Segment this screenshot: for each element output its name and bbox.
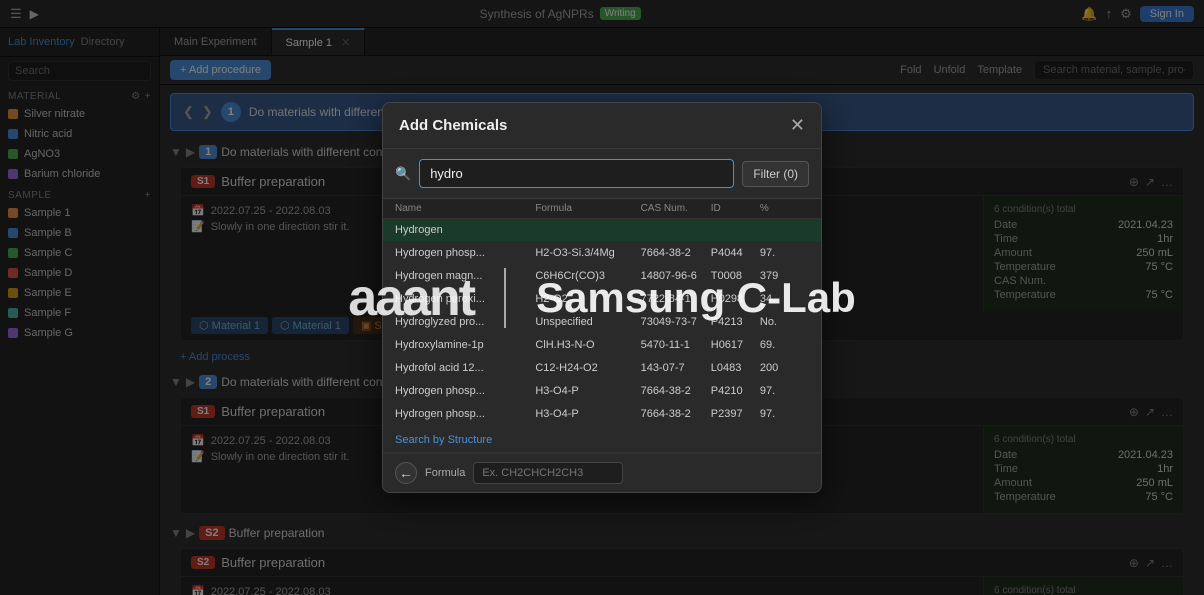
chem-cas: 5470-11-1	[641, 339, 711, 351]
modal-title: Add Chemicals	[399, 117, 507, 134]
col-cas: CAS Num.	[641, 203, 711, 214]
chem-name: Hydrogen magn...	[395, 270, 535, 282]
modal-table: Name Formula CAS Num. ID % Hydrogen Hydro…	[383, 199, 821, 426]
chem-name: Hydrogen peroxi...	[395, 293, 535, 305]
chem-name: Hydroglyzed pro...	[395, 316, 535, 328]
filter-button[interactable]: Filter (0)	[742, 161, 809, 187]
chem-cas: 73049-73-7	[641, 316, 711, 328]
modal-close-button[interactable]: ✕	[790, 115, 805, 136]
chem-id: P4210	[711, 385, 760, 397]
chem-name: Hydrofol acid 12...	[395, 362, 535, 374]
modal-header: Add Chemicals ✕	[383, 103, 821, 149]
chemical-row[interactable]: Hydrogen phosp...H2-O3-Si.3/4Mg7664-38-2…	[383, 242, 821, 265]
chemical-row[interactable]: Hydroglyzed pro...Unspecified73049-73-7P…	[383, 311, 821, 334]
chem-pct: 97.	[760, 408, 809, 420]
chem-formula: H3-O4-P	[535, 408, 640, 420]
chem-formula: H2-O3-Si.3/4Mg	[535, 247, 640, 259]
chem-id: H0617	[711, 339, 760, 351]
chem-pct: 69.	[760, 339, 809, 351]
chem-id: P4213	[711, 316, 760, 328]
modal-footer: ← Formula	[383, 453, 821, 492]
chem-formula: C12-H24-O2	[535, 362, 640, 374]
chemical-row[interactable]: Hydroxylamine-1pClH.H3-N-O5470-11-1H0617…	[383, 334, 821, 357]
chem-id: H0298	[711, 293, 760, 305]
formula-label: Formula	[425, 467, 465, 479]
chemical-row[interactable]: Hydrogen	[383, 219, 821, 242]
chem-formula: Unspecified	[535, 316, 640, 328]
chem-pct: No.	[760, 316, 809, 328]
col-name: Name	[395, 203, 535, 214]
col-id: ID	[711, 203, 760, 214]
chem-pct: 200	[760, 362, 809, 374]
chem-formula: C6H6Cr(CO)3	[535, 270, 640, 282]
search-structure-row: Search by Structure	[383, 426, 821, 453]
chem-pct: 97.	[760, 247, 809, 259]
modal-overlay: Add Chemicals ✕ 🔍 Filter (0) Name Formul…	[0, 0, 1204, 595]
chem-name: Hydrogen phosp...	[395, 408, 535, 420]
chem-cas: 7664-38-2	[641, 385, 711, 397]
chemical-row[interactable]: Hydrogen magn...C6H6Cr(CO)314807-96-6T00…	[383, 265, 821, 288]
chem-pct: 97.	[760, 385, 809, 397]
chem-name: Hydrogen	[395, 224, 535, 236]
chem-formula: H2-O2	[535, 293, 640, 305]
footer-prev-button[interactable]: ←	[395, 462, 417, 484]
col-formula: Formula	[535, 203, 640, 214]
chem-cas: 143-07-7	[641, 362, 711, 374]
chem-cas: 7664-38-2	[641, 408, 711, 420]
chem-name: Hydroxylamine-1p	[395, 339, 535, 351]
chemical-rows-container: HydrogenHydrogen phosp...H2-O3-Si.3/4Mg7…	[383, 219, 821, 426]
formula-input[interactable]	[473, 462, 623, 484]
chem-id: P2397	[711, 408, 760, 420]
search-icon: 🔍	[395, 166, 411, 182]
chem-id: T0008	[711, 270, 760, 282]
col-pct: %	[760, 203, 809, 214]
chem-pct: 379	[760, 270, 809, 282]
chem-formula: ClH.H3-N-O	[535, 339, 640, 351]
table-header: Name Formula CAS Num. ID %	[383, 199, 821, 219]
chem-cas: 14807-96-6	[641, 270, 711, 282]
add-chemicals-modal: Add Chemicals ✕ 🔍 Filter (0) Name Formul…	[382, 102, 822, 493]
chem-id: P4044	[711, 247, 760, 259]
chem-cas: 7664-38-2	[641, 247, 711, 259]
chemical-row[interactable]: Hydrogen phosp...H3-O4-P7664-38-2P239797…	[383, 403, 821, 426]
search-by-structure-link[interactable]: Search by Structure	[395, 434, 492, 446]
chem-name: Hydrogen phosp...	[395, 385, 535, 397]
chemical-search-input[interactable]	[419, 159, 734, 188]
chem-cas: 7722-84-1	[641, 293, 711, 305]
chem-pct: 34.	[760, 293, 809, 305]
chemical-row[interactable]: Hydrofol acid 12...C12-H24-O2143-07-7L04…	[383, 357, 821, 380]
chem-name: Hydrogen phosp...	[395, 247, 535, 259]
modal-search-row: 🔍 Filter (0)	[383, 149, 821, 199]
chemical-row[interactable]: Hydrogen peroxi...H2-O27722-84-1H029834.	[383, 288, 821, 311]
chem-formula: H3-O4-P	[535, 385, 640, 397]
chem-id: L0483	[711, 362, 760, 374]
chemical-row[interactable]: Hydrogen phosp...H3-O4-P7664-38-2P421097…	[383, 380, 821, 403]
